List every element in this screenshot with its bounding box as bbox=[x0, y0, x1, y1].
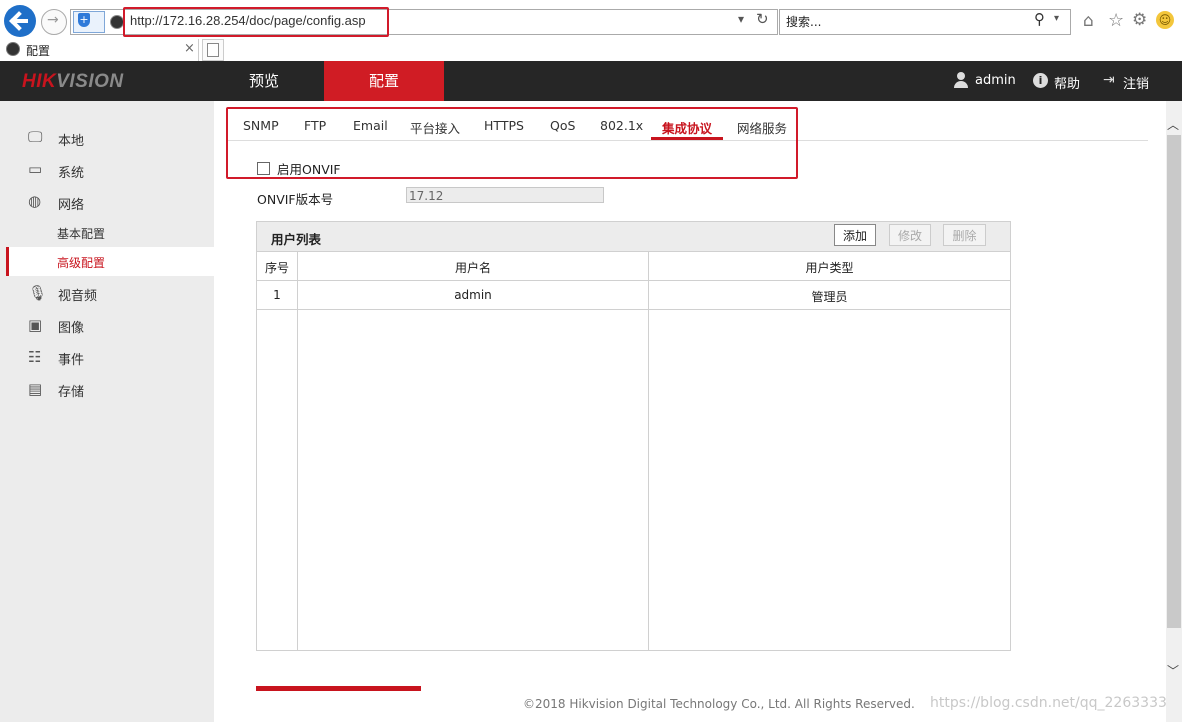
column-header-username: 用户名 bbox=[454, 261, 491, 275]
onvif-version-label: ONVIF版本号 bbox=[257, 192, 334, 207]
delete-user-button[interactable]: 删除 bbox=[943, 224, 986, 246]
search-dropdown-icon[interactable]: ▾ bbox=[1054, 13, 1059, 24]
monitor-icon: 🖵 bbox=[28, 128, 43, 146]
close-tab-icon[interactable]: × bbox=[184, 41, 195, 56]
sidebar-item-basic-config[interactable]: 基本配置 bbox=[57, 225, 105, 242]
user-name[interactable]: admin bbox=[975, 73, 1016, 88]
watermark-text: https://blog.csdn.net/qq_22633333 bbox=[930, 695, 1176, 711]
address-dropdown-icon[interactable]: ▾ bbox=[738, 12, 744, 26]
scroll-down-icon[interactable]: ﹀ bbox=[1167, 662, 1179, 679]
tab-title[interactable]: 配置 bbox=[26, 42, 50, 59]
scrollbar-thumb[interactable] bbox=[1167, 135, 1181, 628]
annotation-tabs-highlight bbox=[226, 107, 798, 179]
nav-preview[interactable]: 预览 bbox=[204, 61, 324, 101]
back-arrow-icon[interactable] bbox=[4, 5, 36, 37]
logout-icon[interactable]: ⇥ bbox=[1103, 72, 1115, 88]
window-icon: ▭ bbox=[28, 160, 43, 178]
search-placeholder[interactable]: 搜索... bbox=[786, 13, 821, 30]
copyright-text: ©2018 Hikvision Digital Technology Co., … bbox=[523, 697, 915, 711]
logout-link[interactable]: 注销 bbox=[1123, 73, 1149, 92]
feedback-smiley-icon[interactable]: ☺ bbox=[1156, 11, 1174, 29]
sidebar-item-storage[interactable]: 存储 bbox=[58, 381, 84, 400]
sidebar-item-video-audio[interactable]: 视音频 bbox=[58, 285, 97, 304]
gear-icon[interactable]: ⚙ bbox=[1132, 10, 1147, 30]
microphone-icon: 🎙 bbox=[28, 284, 48, 302]
help-icon[interactable]: i bbox=[1033, 73, 1048, 88]
sidebar-item-event[interactable]: 事件 bbox=[58, 349, 84, 368]
edit-user-button[interactable]: 修改 bbox=[889, 224, 931, 246]
nav-config[interactable]: 配置 bbox=[324, 61, 444, 101]
user-list-title: 用户列表 bbox=[271, 232, 322, 247]
calendar-icon: ☷ bbox=[28, 348, 42, 366]
sidebar-active-highlight bbox=[6, 247, 214, 276]
hikvision-logo: HIKVISION bbox=[22, 71, 124, 92]
refresh-icon[interactable]: ↻ bbox=[756, 10, 769, 28]
table-line bbox=[257, 309, 1010, 310]
site-favicon-icon bbox=[110, 15, 124, 29]
shield-icon: + bbox=[78, 13, 90, 27]
sidebar-item-network[interactable]: 网络 bbox=[58, 194, 84, 213]
favorites-star-icon[interactable]: ☆ bbox=[1108, 10, 1124, 31]
forward-arrow-icon[interactable] bbox=[41, 9, 67, 35]
help-link[interactable]: 帮助 bbox=[1054, 73, 1080, 92]
globe-icon: ◍ bbox=[28, 192, 42, 210]
home-icon[interactable]: ⌂ bbox=[1083, 11, 1094, 31]
tab-favicon-icon bbox=[6, 42, 20, 56]
save-icon: ▤ bbox=[28, 380, 43, 398]
column-header-user-type: 用户类型 bbox=[805, 261, 854, 275]
sidebar-item-system[interactable]: 系统 bbox=[58, 162, 84, 181]
image-icon: ▣ bbox=[28, 316, 43, 334]
sidebar-active-indicator bbox=[6, 247, 9, 276]
row-username: admin bbox=[454, 288, 492, 302]
add-user-button[interactable]: 添加 bbox=[834, 224, 876, 246]
sidebar-item-advanced-config[interactable]: 高级配置 bbox=[57, 254, 105, 271]
onvif-version-field: 17.12 bbox=[406, 187, 604, 203]
sidebar-item-image[interactable]: 图像 bbox=[58, 317, 84, 336]
table-line bbox=[297, 251, 298, 650]
search-input[interactable] bbox=[779, 9, 1071, 35]
search-icon[interactable]: ⚲ bbox=[1034, 10, 1045, 28]
table-line bbox=[648, 251, 649, 650]
row-index: 1 bbox=[273, 288, 281, 302]
scroll-up-icon[interactable]: ︿ bbox=[1167, 116, 1179, 133]
annotation-url-highlight bbox=[123, 7, 389, 37]
sidebar-item-local[interactable]: 本地 bbox=[58, 130, 84, 149]
column-header-index: 序号 bbox=[264, 261, 289, 275]
table-line bbox=[257, 251, 1010, 252]
save-button-partial[interactable] bbox=[256, 686, 421, 691]
user-icon bbox=[953, 72, 969, 90]
row-user-type: 管理员 bbox=[811, 290, 848, 304]
new-tab-icon[interactable] bbox=[202, 39, 224, 61]
